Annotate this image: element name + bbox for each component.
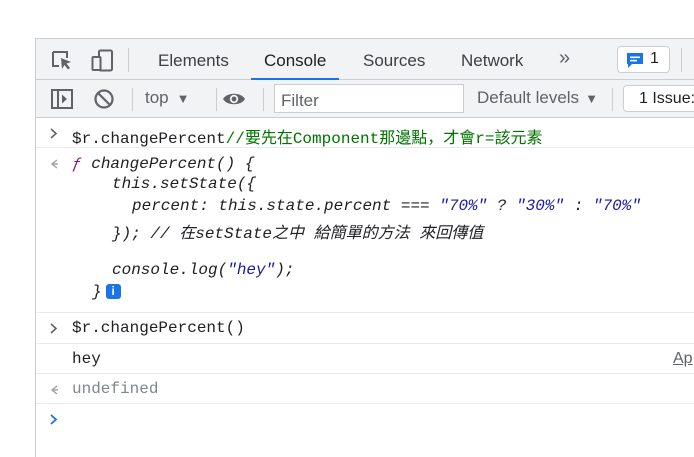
more-tabs-button[interactable]: »	[559, 39, 570, 80]
function-body-line-2: percent: this.state.percent === "70%" ? …	[132, 197, 641, 215]
issues-count: 1	[650, 50, 659, 67]
context-dropdown-arrow: ▼	[176, 91, 190, 106]
toolbar-divider-4	[612, 88, 613, 111]
issues-badge-button[interactable]: 1	[617, 46, 670, 73]
context-selector[interactable]: top ▼	[145, 88, 190, 108]
command-code: $r.changePercent	[72, 130, 226, 148]
tab-console[interactable]: Console	[250, 39, 340, 80]
console-command-line-2: $r.changePercent()	[72, 319, 245, 337]
prompt-chevron-icon	[50, 414, 58, 425]
function-body-line-3: }); // 在setState之中 給簡單的方法 來回傳值	[112, 225, 484, 243]
function-body-line-4: console.log("hey");	[112, 261, 294, 279]
return-arrow-icon	[50, 385, 58, 395]
info-icon[interactable]: i	[105, 284, 121, 300]
prompt-chevron-icon	[50, 128, 58, 139]
clear-console-icon[interactable]	[93, 88, 115, 110]
tab-sources[interactable]: Sources	[363, 39, 425, 80]
string-literal: "30%"	[516, 197, 565, 215]
string-literal: "hey"	[227, 261, 276, 279]
tab-network[interactable]: Network	[461, 39, 523, 80]
console-entry-result[interactable]: ƒ changePercent() { this.setState({ perc…	[36, 148, 694, 313]
filter-input[interactable]: Filter	[274, 84, 464, 113]
toolbar-divider-2	[216, 88, 217, 111]
browser-top-area	[0, 0, 694, 38]
log-message: hey	[72, 350, 101, 368]
devtools-tab-bar: Elements Console Sources Network » 1	[36, 38, 694, 80]
context-label: top	[145, 88, 169, 107]
code-fragment: ?	[487, 197, 517, 215]
code-fragment: );	[275, 261, 295, 279]
toolbar-divider-3	[263, 88, 264, 111]
devtools-panel: Elements Console Sources Network » 1 top…	[35, 38, 694, 457]
toolbar-divider	[132, 88, 133, 111]
console-log-entry[interactable]: hey Ap	[36, 344, 694, 374]
console-command-line: $r.changePercent//要先在Component那邊點，才會r=該元…	[72, 124, 542, 148]
function-name: changePercent() {	[81, 155, 255, 173]
console-return-entry[interactable]: undefined	[36, 374, 694, 404]
log-levels-label: Default levels	[477, 88, 580, 107]
page-left-area	[0, 38, 35, 457]
log-levels-dropdown[interactable]: Default levels ▼	[477, 88, 598, 108]
code-fragment: :	[564, 197, 593, 215]
issues-icon	[627, 53, 643, 68]
prompt-chevron-icon	[50, 323, 58, 334]
return-arrow-icon	[50, 159, 58, 169]
string-literal: "70%"	[592, 197, 641, 215]
console-entry-input[interactable]: $r.changePercent//要先在Component那邊點，才會r=該元…	[36, 118, 694, 148]
eye-icon[interactable]	[222, 91, 246, 107]
code-fragment: percent: this.state.percent ===	[132, 197, 440, 215]
function-closing-brace: } i	[92, 283, 121, 301]
function-body-line-1: this.setState({	[112, 175, 257, 193]
function-signature: ƒ changePercent() {	[72, 155, 254, 173]
console-output: $r.changePercent//要先在Component那邊點，才會r=該元…	[36, 118, 694, 457]
console-entry-input-2[interactable]: $r.changePercent()	[36, 313, 694, 344]
string-literal: "70%"	[439, 197, 488, 215]
tab-bar-divider	[128, 48, 129, 72]
code-fragment: console.log(	[112, 261, 228, 279]
closing-brace: }	[92, 283, 102, 301]
sidebar-toggle-icon[interactable]	[51, 89, 73, 109]
log-levels-arrow: ▼	[585, 91, 598, 106]
console-toolbar: top ▼ Filter Default levels ▼ 1 Issue:	[36, 80, 694, 118]
device-toolbar-icon[interactable]	[91, 49, 115, 72]
tab-bar-divider-right	[681, 48, 682, 72]
log-source-link[interactable]: Ap	[673, 350, 693, 368]
function-keyword: ƒ	[72, 155, 82, 173]
inspect-element-icon[interactable]	[51, 50, 75, 72]
tab-elements[interactable]: Elements	[158, 39, 229, 80]
console-prompt-input[interactable]	[66, 406, 686, 436]
return-value: undefined	[72, 380, 159, 398]
command-comment: //要先在Component那邊點，才會r=該元素	[225, 130, 543, 148]
issues-button[interactable]: 1 Issue:	[623, 85, 694, 112]
